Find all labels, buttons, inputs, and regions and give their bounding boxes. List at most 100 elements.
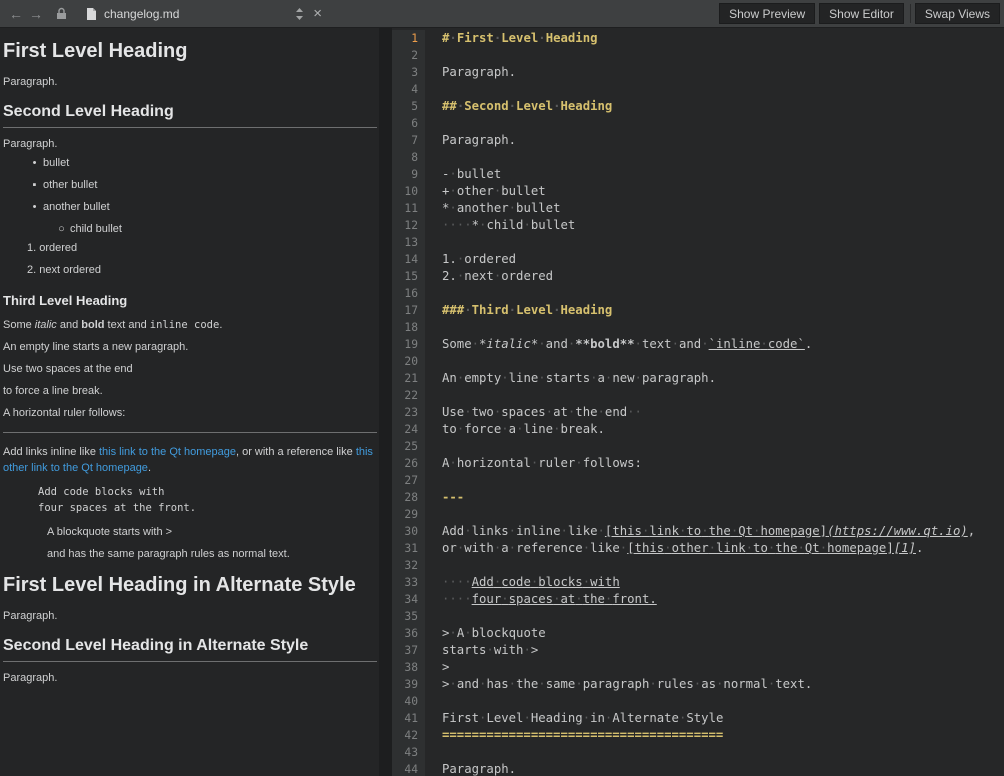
- editor-line[interactable]: 13: [392, 234, 1004, 251]
- whitespace-dot: ·: [509, 303, 516, 317]
- editor-line[interactable]: 38>: [392, 659, 1004, 676]
- editor-line[interactable]: 2: [392, 47, 1004, 64]
- show-editor-button[interactable]: Show Editor: [819, 3, 904, 24]
- line-number: 21: [392, 370, 425, 387]
- whitespace-dot: ·: [590, 371, 597, 385]
- editor-line[interactable]: 17###·Third·Level·Heading: [392, 302, 1004, 319]
- editor-line[interactable]: 44Paragraph.: [392, 761, 1004, 776]
- editor-line[interactable]: 29: [392, 506, 1004, 523]
- editor-line[interactable]: 16: [392, 285, 1004, 302]
- editor-line-text: Paragraph.: [425, 64, 516, 81]
- whitespace-dot: ·: [509, 541, 516, 555]
- editor-line[interactable]: 36>·A·blockquote: [392, 625, 1004, 642]
- editor-line-text: [425, 693, 442, 710]
- editor-line[interactable]: 19Some·*italic*·and·**bold**·text·and·`i…: [392, 336, 1004, 353]
- editor-line[interactable]: 3Paragraph.: [392, 64, 1004, 81]
- editor-line[interactable]: 5##·Second·Level·Heading: [392, 98, 1004, 115]
- editor-line[interactable]: 31or·with·a·reference·like·[this·other·l…: [392, 540, 1004, 557]
- document-icon: [86, 7, 97, 21]
- editor-line[interactable]: 27: [392, 472, 1004, 489]
- editor-line[interactable]: 41First·Level·Heading·in·Alternate·Style: [392, 710, 1004, 727]
- editor-line[interactable]: 25: [392, 438, 1004, 455]
- editor-line[interactable]: 35: [392, 608, 1004, 625]
- preview-bullet-item: ▪other bullet: [3, 177, 377, 193]
- line-number: 16: [392, 285, 425, 302]
- editor-line[interactable]: 18: [392, 319, 1004, 336]
- document-tab[interactable]: changelog.md ×: [86, 6, 322, 21]
- show-preview-button[interactable]: Show Preview: [719, 3, 815, 24]
- editor-line-text: 2.·next·ordered: [425, 268, 553, 285]
- editor-line-text: [425, 115, 442, 132]
- preview-scrollbar[interactable]: [379, 28, 392, 776]
- editor-line[interactable]: 42======================================: [392, 727, 1004, 744]
- editor-line[interactable]: 9-·bullet: [392, 166, 1004, 183]
- line-number: 35: [392, 608, 425, 625]
- line-number: 33: [392, 574, 425, 591]
- editor-line[interactable]: 12····*·child·bullet: [392, 217, 1004, 234]
- whitespace-dot: ·: [709, 541, 716, 555]
- code-block-line: four spaces at the front.: [38, 500, 377, 516]
- back-arrow-icon[interactable]: ←: [6, 6, 26, 22]
- close-document-icon[interactable]: ×: [313, 6, 322, 21]
- editor-line[interactable]: 30Add·links·inline·like·[this·link·to·th…: [392, 523, 1004, 540]
- editor-line-text: starts·with·>: [425, 642, 538, 659]
- editor-line[interactable]: 40: [392, 693, 1004, 710]
- editor-line-text: >·and·has·the·same·paragraph·rules·as·no…: [425, 676, 812, 693]
- editor-line[interactable]: 22: [392, 387, 1004, 404]
- editor-line[interactable]: 23Use·two·spaces·at·the·end··: [392, 404, 1004, 421]
- editor-line[interactable]: 37starts·with·>: [392, 642, 1004, 659]
- editor-line[interactable]: 1#·First·Level·Heading: [392, 30, 1004, 47]
- editor-line[interactable]: 34····four·spaces·at·the·front.: [392, 591, 1004, 608]
- whitespace-dot: ·: [449, 167, 456, 181]
- editor-line[interactable]: 6: [392, 115, 1004, 132]
- editor-line[interactable]: 24to·force·a·line·break.: [392, 421, 1004, 438]
- bullet-text: bullet: [43, 155, 69, 171]
- whitespace-dot: ·: [457, 371, 464, 385]
- editor-line[interactable]: 21An·empty·line·starts·a·new·paragraph.: [392, 370, 1004, 387]
- bullet-text: child bullet: [70, 221, 122, 237]
- swap-views-button[interactable]: Swap Views: [915, 3, 1000, 24]
- editor-line-text: ##·Second·Level·Heading: [425, 98, 612, 115]
- editor-line[interactable]: 152.·next·ordered: [392, 268, 1004, 285]
- editor-line[interactable]: 11*·another·bullet: [392, 200, 1004, 217]
- editor-line[interactable]: 7Paragraph.: [392, 132, 1004, 149]
- whitespace-dot: ·: [605, 711, 612, 725]
- whitespace-dot: ·: [494, 269, 501, 283]
- whitespace-dot: ·: [494, 405, 501, 419]
- preview-link[interactable]: this link to the Qt homepage: [99, 446, 236, 458]
- editor-line[interactable]: 32: [392, 557, 1004, 574]
- editor-line-text: ---: [425, 489, 464, 506]
- bullet-text: other bullet: [43, 177, 97, 193]
- preview-text-span: .: [148, 462, 151, 474]
- editor-line[interactable]: 20: [392, 353, 1004, 370]
- line-number: 28: [392, 489, 425, 506]
- whitespace-dot: ·: [523, 711, 530, 725]
- editor-line-text: ····Add·code·blocks·with: [425, 574, 620, 591]
- editor-line[interactable]: 26A·horizontal·ruler·follows:: [392, 455, 1004, 472]
- editor-line[interactable]: 4: [392, 81, 1004, 98]
- whitespace-dot: ·: [716, 677, 723, 691]
- whitespace-dot: ·: [464, 303, 471, 317]
- markdown-editor-pane[interactable]: 1#·First·Level·Heading23Paragraph.45##·S…: [392, 28, 1004, 776]
- editor-line[interactable]: 10+·other·bullet: [392, 183, 1004, 200]
- whitespace-dot: ·: [464, 405, 471, 419]
- preview-text-span: bold: [81, 319, 104, 331]
- editor-line[interactable]: 43: [392, 744, 1004, 761]
- editor-line-text: Paragraph.: [425, 761, 516, 776]
- editor-line[interactable]: 39>·and·has·the·same·paragraph·rules·as·…: [392, 676, 1004, 693]
- editor-line-text: [425, 557, 442, 574]
- line-number: 19: [392, 336, 425, 353]
- whitespace-dot: ····: [442, 592, 472, 606]
- editor-line-text: [425, 149, 442, 166]
- preview-paragraph: Paragraph.: [3, 74, 377, 90]
- editor-line[interactable]: 141.·ordered: [392, 251, 1004, 268]
- preview-code-block: Add code blocks withfour spaces at the f…: [38, 484, 377, 516]
- document-dropdown-icon[interactable]: [295, 7, 304, 21]
- line-number: 9: [392, 166, 425, 183]
- editor-line[interactable]: 8: [392, 149, 1004, 166]
- forward-arrow-icon[interactable]: →: [26, 6, 46, 22]
- editor-line[interactable]: 28---: [392, 489, 1004, 506]
- whitespace-dot: ·: [464, 626, 471, 640]
- editor-line[interactable]: 33····Add·code·blocks·with: [392, 574, 1004, 591]
- preview-heading-h2: Second Level Heading: [3, 102, 377, 128]
